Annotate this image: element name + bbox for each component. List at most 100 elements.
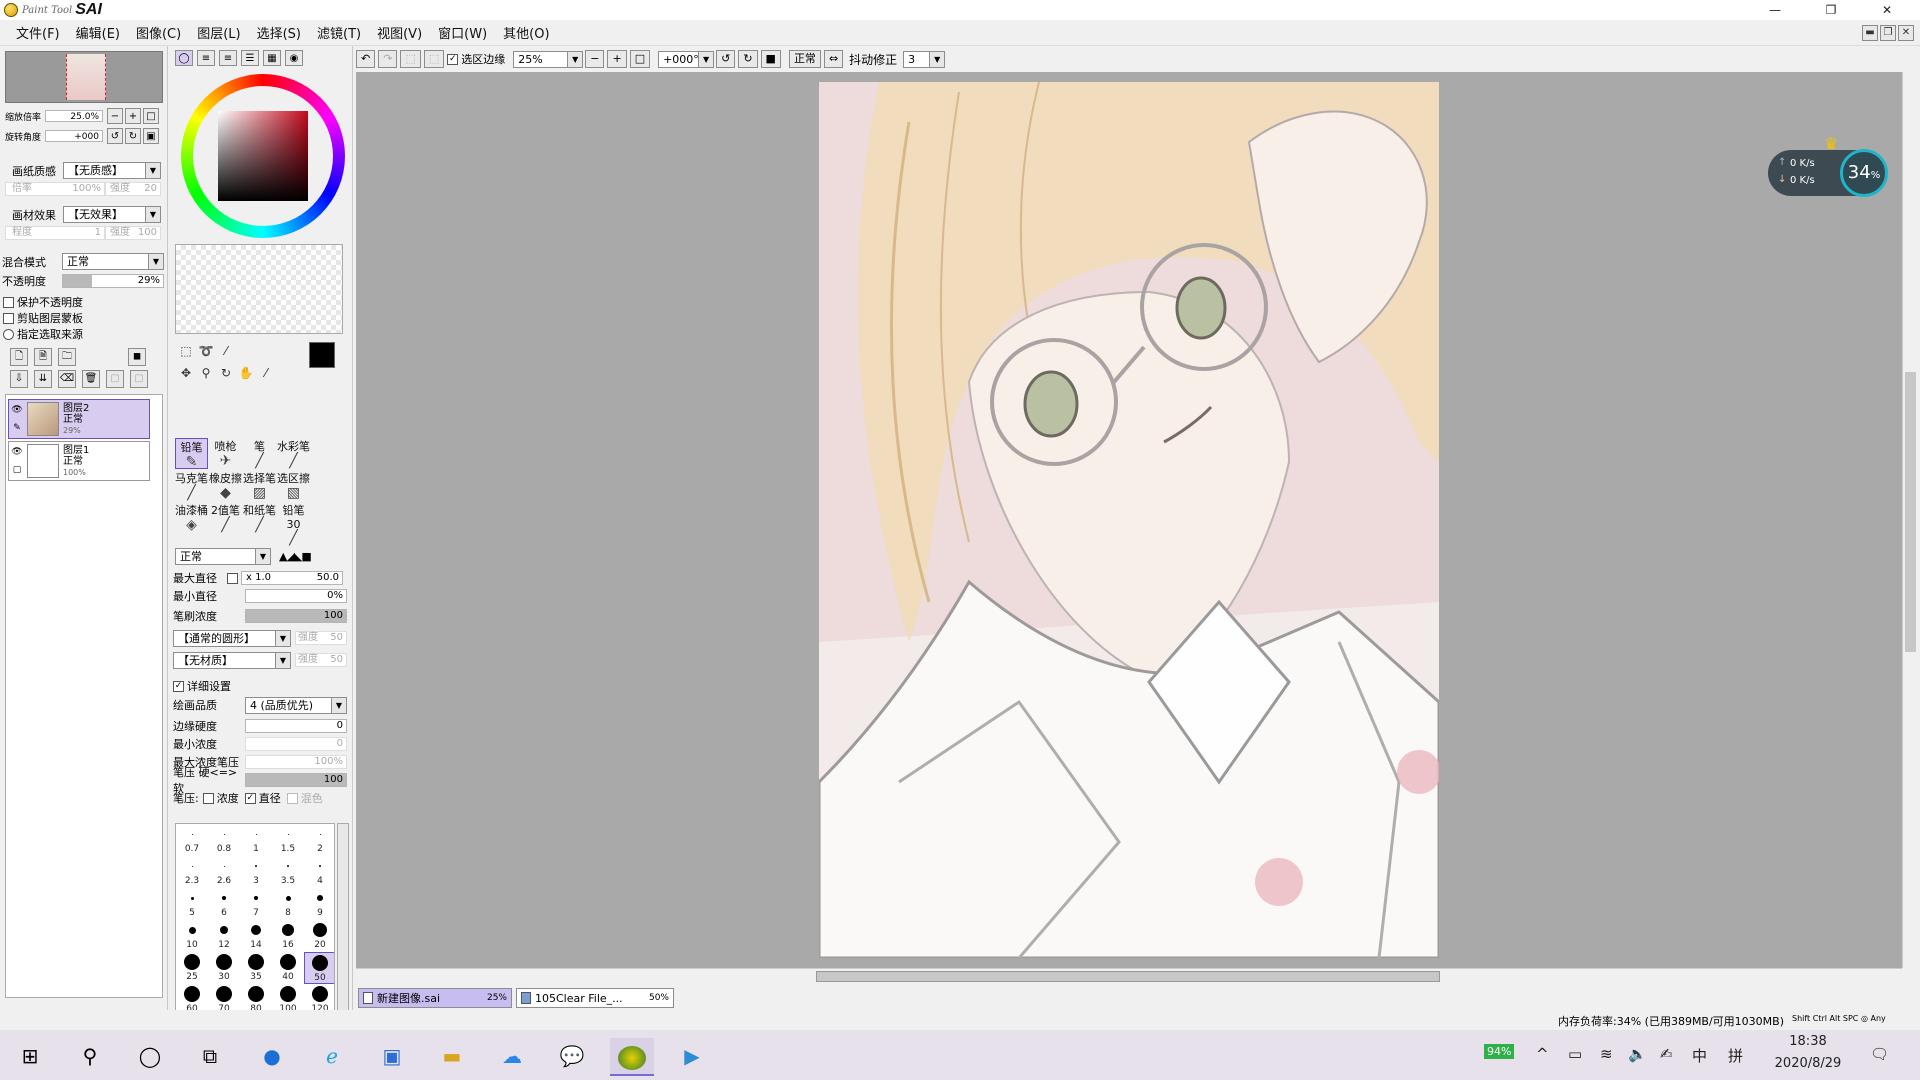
protect-opacity-checkbox[interactable] [3,296,14,308]
pen-icon[interactable]: ✎ [13,423,21,433]
brush-size-cell[interactable]: 6 [208,888,240,920]
zoom-slider[interactable]: 25.0% [45,110,103,122]
horizontal-scroll-thumb[interactable] [816,971,1440,982]
brush-binary[interactable]: 2值笔 ╱ [209,502,242,533]
selection-edge-toggle[interactable]: ✓ 选区边缘 [447,51,505,67]
brush-eraser[interactable]: 橡皮擦 ◆ [209,470,242,501]
pen-workspace-icon[interactable]: ✍ [1660,1045,1673,1063]
flip-view-icon[interactable]: ⇔ [823,50,844,68]
menu-other[interactable]: 其他(O) [495,23,557,42]
paper-effect-dropdown[interactable]: 【无效果】 ▼ [63,206,161,223]
wechat-icon[interactable]: 💬 [550,1038,594,1076]
brush-shape-icons[interactable]: ▲◢◣■ [279,550,312,563]
saturation-value-square[interactable] [218,111,308,201]
brush-bucket[interactable]: 油漆桶 ◈ [175,502,208,533]
brush-select-eraser[interactable]: 选区擦 ▧ [277,470,310,501]
max-pressure-slider[interactable]: 100% [245,755,347,769]
rotate-right-button[interactable]: ↻ [125,128,141,144]
menu-view[interactable]: 视图(V) [369,23,430,42]
baidu-netdisk-icon[interactable]: ☁ [490,1038,534,1076]
brush-texture-dropdown[interactable]: 【无材质】 ▼ [173,651,291,669]
brush-size-cell[interactable]: 14 [240,920,272,952]
min-diameter-slider[interactable]: 0% [245,589,347,603]
pen-density-checkbox[interactable] [202,792,214,804]
cortana-icon[interactable]: ◯ [128,1038,172,1076]
detail-settings-row[interactable]: ✓ 详细设置 [173,678,351,694]
layer-item[interactable]: 👁 ✎ 图层2 正常 29% [8,399,150,439]
paper-texture-dropdown[interactable]: 【无质感】 ▼ [63,162,161,179]
move-icon[interactable]: ✥ [177,364,195,382]
close-button[interactable]: ✕ [1864,0,1910,20]
magic-wand-icon[interactable]: ⁄ [217,342,235,360]
doc-tab[interactable]: 105Clear File_... 50% [516,988,674,1008]
clip-mask-checkbox[interactable] [3,312,14,324]
brush-size-cell[interactable]: 9 [304,888,334,920]
color-swatch-area[interactable] [175,244,343,334]
menu-filter[interactable]: 滤镜(T) [309,23,369,42]
min-density-slider[interactable]: 0 [245,737,347,751]
edge-browser-icon[interactable]: ℯ [310,1038,354,1076]
brush-size-cell[interactable]: 5 [176,888,208,920]
canvas-area[interactable] [356,72,1902,968]
brush-size-cell[interactable]: 35 [240,952,272,984]
protect-opacity-row[interactable]: 保护不透明度 [3,294,83,310]
delete-layer-icon[interactable]: 🗑 [82,370,100,388]
pen-blend-checkbox[interactable] [286,792,298,804]
transfer-down-icon[interactable]: ⇩ [10,370,28,388]
zoom-in-icon[interactable]: + [607,50,627,68]
brush-size-cell[interactable]: 0.8 [208,824,240,856]
rotate-reset-icon[interactable]: ■ [760,50,781,68]
apply-mask-icon[interactable]: ▢ [106,370,124,388]
selection-edge-checkbox[interactable]: ✓ [447,53,459,65]
menu-edit[interactable]: 编辑(E) [68,23,128,42]
rotate-cw-icon[interactable]: ↻ [738,50,758,68]
flip-button[interactable]: ▣ [143,128,159,144]
canvas-rotate-dropdown[interactable]: +000° ▼ [658,50,715,68]
clock-time[interactable]: 18:38 [1772,1034,1844,1049]
brush-size-cell[interactable]: 16 [272,920,304,952]
canvas-vertical-scrollbar[interactable] [1902,72,1918,968]
volume-icon[interactable]: 🔈 [1628,1045,1647,1063]
scratchpad-icon[interactable]: ◉ [285,50,303,66]
network-speed-widget[interactable]: ↑ 0 K/s ↓ 0 K/s 34% ♛ [1768,134,1888,197]
mdi-minimize-button[interactable]: ▬ [1862,25,1878,41]
brush-pencil30[interactable]: 铅笔30 ╱ [277,502,310,545]
search-icon[interactable]: ⚲ [68,1038,112,1076]
canvas-zoom-dropdown[interactable]: 25% ▼ [513,50,584,68]
brush-pencil[interactable]: 铅笔 ✎ [175,438,208,469]
mdi-close-button[interactable]: ✕ [1898,25,1914,41]
brush-size-cell[interactable]: 4 [304,856,334,888]
max-diameter-link-checkbox[interactable] [227,572,238,584]
menu-layer[interactable]: 图层(L) [189,23,248,42]
battery-percent-badge[interactable]: 94% [1484,1044,1515,1059]
layer-mask-icon[interactable]: ◼ [128,348,146,366]
rgb-slider-icon[interactable]: ≡ [197,50,215,66]
brush-mode-dropdown[interactable]: 正常 ▼ [175,547,271,565]
zoom-fit-icon[interactable]: □ [629,50,651,68]
minimize-button[interactable]: — [1752,0,1798,20]
menu-file[interactable]: 文件(F) [8,23,68,42]
brush-size-cell[interactable]: 8 [272,888,304,920]
max-diameter-slider[interactable]: x 1.0 50.0 [241,571,343,585]
pen-diameter-checkbox[interactable]: ✓ [244,792,256,804]
brush-watercolor[interactable]: 水彩笔 ╱ [277,438,310,469]
menu-image[interactable]: 图像(C) [128,23,189,42]
rotate-left-button[interactable]: ↺ [107,128,123,144]
file-explorer-icon[interactable]: ▬ [430,1038,474,1076]
ime-mode[interactable]: 拼 [1728,1045,1743,1066]
brush-shape-dropdown[interactable]: 【通常的圆形】 ▼ [173,629,291,647]
redo-icon[interactable]: ↷ [378,50,398,68]
wps-icon[interactable]: ▣ [370,1038,414,1076]
brush-size-cell[interactable]: 1.5 [272,824,304,856]
navigator-preview[interactable] [5,51,163,103]
selection-source-radio[interactable] [3,328,14,340]
layer-item[interactable]: 👁 ▢ 图层1 正常 100% [8,441,150,481]
doc-tab-active[interactable]: 新建图像.sai 25% [358,988,512,1008]
restore-button[interactable]: ❐ [1808,0,1854,20]
hand-icon[interactable]: ✋ [237,364,255,382]
undo-icon[interactable]: ↶ [356,50,376,68]
pressure-slider[interactable]: 100 [245,773,347,787]
brush-size-cell[interactable]: 7 [240,888,272,920]
eye-icon[interactable]: 👁 [11,447,22,457]
chevron-up-icon[interactable]: ^ [1536,1045,1549,1063]
